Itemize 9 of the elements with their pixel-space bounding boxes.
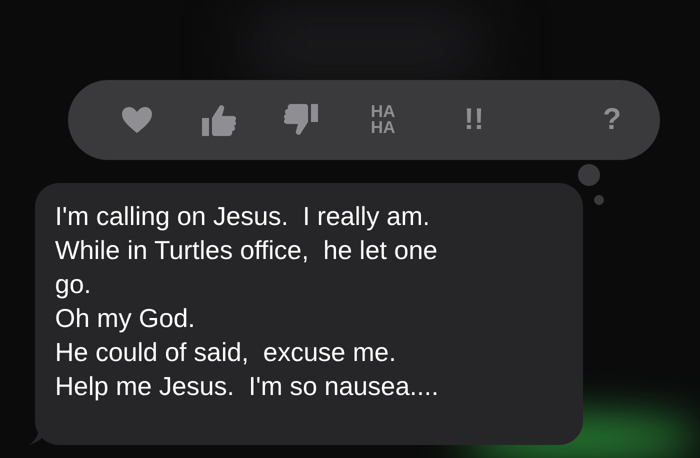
message-text: go. (55, 268, 92, 301)
reaction-label[interactable]: !! (464, 103, 484, 137)
reaction-label[interactable]: HA HA (365, 104, 401, 136)
message-text: He could of said, excuse me. (55, 336, 398, 369)
reaction-label[interactable]: ? (602, 103, 622, 137)
message-text: While in Turtles office, he let one (55, 234, 438, 267)
message-text: Help me Jesus. I'm so nausea.... (55, 370, 440, 403)
message-text: I'm calling on Jesus. I really am. (55, 200, 431, 233)
message-text: Oh my God. (55, 302, 196, 335)
